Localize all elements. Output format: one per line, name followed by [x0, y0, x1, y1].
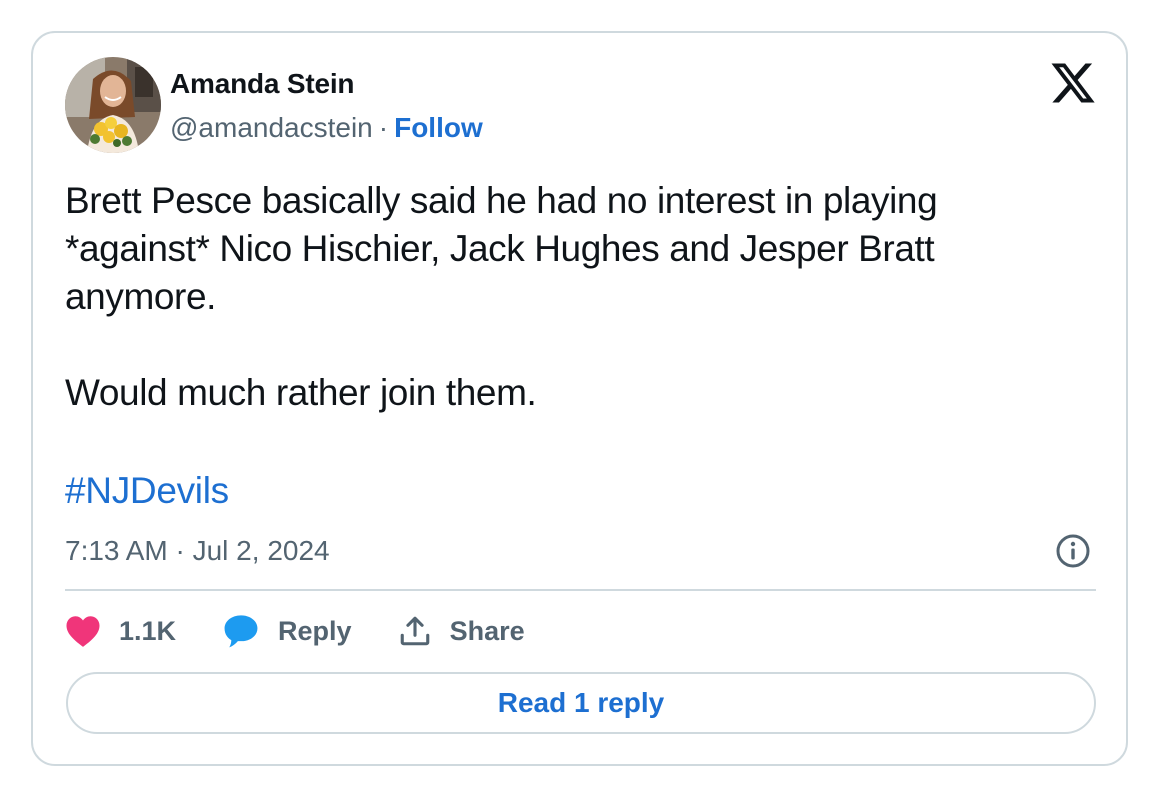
tweet-actions: 1.1K Reply Share: [65, 611, 571, 651]
tweet-text: Brett Pesce basically said he had no int…: [65, 177, 1065, 417]
separator-dot: ·: [378, 112, 389, 143]
share-label: Share: [449, 615, 525, 646]
reply-label: Reply: [278, 615, 352, 646]
share-button[interactable]: Share: [398, 614, 525, 648]
like-button[interactable]: 1.1K: [65, 614, 176, 648]
author-handle[interactable]: @amandacstein: [170, 112, 373, 143]
info-icon[interactable]: [1055, 533, 1091, 569]
speech-bubble-icon: [224, 615, 258, 648]
heart-icon: [66, 616, 100, 647]
divider: [65, 589, 1096, 591]
x-logo-icon[interactable]: [1049, 59, 1097, 107]
follow-button[interactable]: Follow: [394, 112, 483, 143]
author-name[interactable]: Amanda Stein: [170, 66, 355, 102]
read-replies-button[interactable]: Read 1 reply: [66, 672, 1096, 734]
embedded-tweet-card: Amanda Stein @amandacstein · Follow Brett …: [31, 31, 1128, 766]
tweet-paragraph: Would much rather join them.: [65, 372, 537, 413]
share-upload-icon: [400, 616, 429, 646]
like-count: 1.1K: [119, 615, 177, 646]
tweet-paragraph: Brett Pesce basically said he had no int…: [65, 180, 938, 317]
author-avatar[interactable]: [65, 57, 161, 153]
tweet-timestamp[interactable]: 7:13 AM · Jul 2, 2024: [65, 533, 330, 569]
hashtag-link[interactable]: #NJDevils: [65, 467, 229, 515]
author-handle-row: @amandacstein · Follow: [170, 110, 483, 146]
reply-button[interactable]: Reply: [222, 613, 352, 649]
